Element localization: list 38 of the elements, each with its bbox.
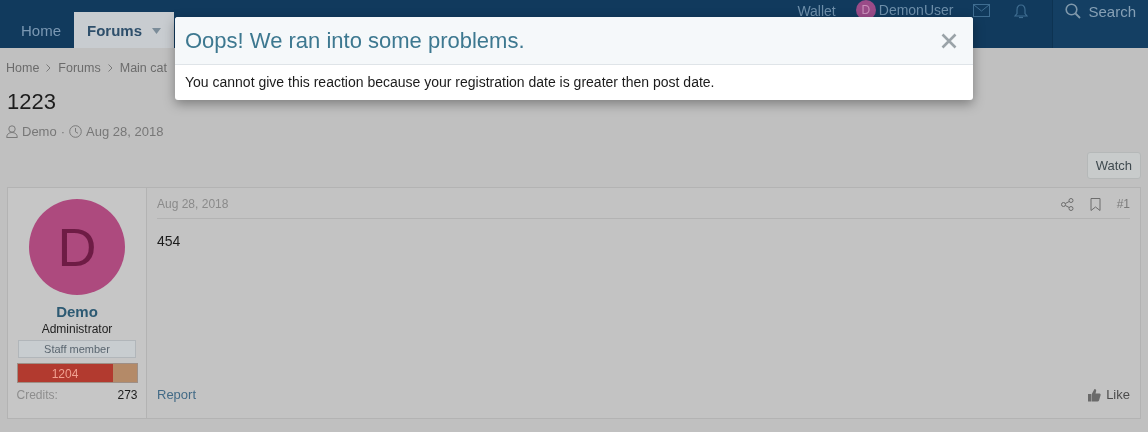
thread-date: Aug 28, 2018 xyxy=(86,124,164,139)
user-icon xyxy=(6,125,18,138)
like-button[interactable]: Like xyxy=(1087,387,1130,402)
close-button[interactable] xyxy=(941,32,957,49)
nav-tab[interactable]: Home xyxy=(8,12,74,48)
post-number-link[interactable]: #1 xyxy=(1116,197,1130,211)
mail-icon xyxy=(973,4,991,17)
chevron-icon xyxy=(107,64,113,72)
user-title: Administrator xyxy=(41,322,113,336)
post-body: 454 xyxy=(157,232,182,251)
breadcrumb-link[interactable]: Home xyxy=(6,61,40,75)
staff-banner: Staff member xyxy=(18,340,136,358)
username-link[interactable]: Demo xyxy=(56,303,98,320)
watch-button[interactable]: Watch xyxy=(1086,152,1141,179)
separator-dot: · xyxy=(60,124,66,139)
dialog-title: Oops! We ran into some problems. xyxy=(185,27,525,54)
thread-title: 1223 xyxy=(7,89,56,115)
credits-label: Credits: xyxy=(16,388,58,402)
author-link[interactable]: Demo xyxy=(22,124,57,139)
breadcrumb-link[interactable]: Main cat xyxy=(119,61,167,75)
clock-icon xyxy=(69,125,83,138)
wallet-link[interactable]: Wallet xyxy=(797,3,836,19)
close-icon xyxy=(941,32,957,49)
progress-label: 1204 xyxy=(50,367,80,381)
report-link[interactable]: Report xyxy=(157,387,197,402)
nav-tab[interactable]: Forums xyxy=(74,12,175,48)
bell-icon xyxy=(1014,4,1029,19)
thumbs-up-icon xyxy=(1087,387,1102,402)
bookmark-icon xyxy=(1089,197,1101,211)
search-button[interactable]: Search xyxy=(1052,0,1148,48)
breadcrumb-link[interactable]: Forums xyxy=(58,61,101,75)
search-icon xyxy=(1065,3,1082,19)
share-icon xyxy=(1060,197,1074,211)
error-message: You cannot give this reaction because your registration date is greater then post date. xyxy=(184,73,716,92)
avatar: D xyxy=(29,199,125,295)
post-date[interactable]: Aug 28, 2018 xyxy=(157,197,229,211)
credits-value: 273 xyxy=(117,388,138,402)
chevron-icon xyxy=(46,64,52,72)
